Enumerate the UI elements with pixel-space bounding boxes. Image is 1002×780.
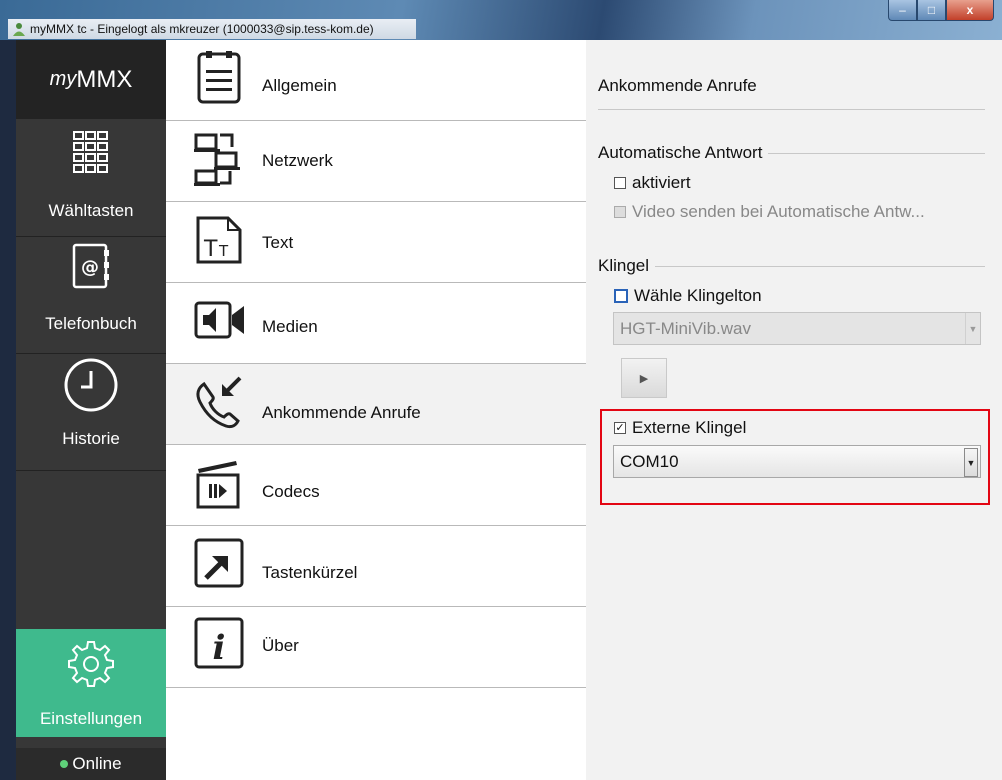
ring-group: Klingel [598,256,985,276]
list-item-tastenkuerzel[interactable]: Tastenkürzel [166,526,586,607]
dialpad-icon [73,131,108,173]
sidebar-item-historie[interactable]: Historie [16,354,166,470]
checkbox-box[interactable] [614,177,626,189]
list-item-label: Text [262,233,294,252]
app-logo: my MMX [16,40,166,119]
sidebar-item-telefonbuch[interactable]: @ Telefonbuch [16,237,166,353]
close-button[interactable]: x [946,0,994,21]
sidebar-item-label: Wähltasten [48,201,134,220]
checkbox-box[interactable] [614,206,626,218]
checkbox-box[interactable]: ✓ [614,422,626,434]
minimize-icon: – [899,3,906,17]
group-line [655,265,985,267]
chevron-down-icon: ▼ [965,313,980,344]
list-item-codecs[interactable]: Codecs [166,445,586,526]
group-heading: Klingel [598,256,650,275]
checkbox-label: Externe Klingel [632,418,747,437]
incoming-call-icon [196,376,242,429]
sidebar-item-label: Historie [62,429,120,448]
select-value: HGT-MiniVib.wav [620,318,751,338]
list-item-label: Codecs [262,482,320,501]
checkbox-box[interactable] [614,289,628,303]
window-title: myMMX tc - Eingelogt als mkreuzer (10000… [30,22,374,36]
list-item-allgemein[interactable]: Allgemein [166,40,586,121]
sidebar: my MMX Wähltasten @ Telefonbuch Historie… [16,40,166,780]
com-port-select[interactable]: COM10 ▼ [613,445,981,478]
list-item-label: Über [262,636,299,655]
status-badge[interactable]: Online [16,748,166,780]
group-heading: Automatische Antwort [598,143,763,162]
logo-main: MMX [76,65,133,93]
status-label: Online [72,754,122,773]
close-icon: x [966,3,974,17]
select-value: COM10 [620,451,679,471]
app-user-icon [13,23,25,36]
list-item-label: Allgemein [262,76,337,95]
svg-text:@: @ [81,257,99,278]
checkbox-label: Wähle Klingelton [634,286,762,305]
play-ringtone-button[interactable]: ▶ [621,358,667,398]
auto-answer-checkbox[interactable]: aktiviert [614,173,691,193]
sidebar-item-label: Einstellungen [39,709,143,728]
checkbox-label: aktiviert [632,173,691,192]
svg-text:T: T [203,237,218,262]
notepad-icon [197,51,241,104]
phonebook-icon: @ [72,243,109,289]
online-status-icon [60,760,69,768]
svg-text:T: T [218,242,229,260]
list-item-label: Tastenkürzel [262,563,358,582]
group-line [768,152,985,154]
ringtone-select[interactable]: HGT-MiniVib.wav ▼ [613,312,981,345]
list-item-text[interactable]: T T Text [166,202,586,283]
network-icon [194,133,240,186]
media-icon [194,301,244,339]
play-icon: ▶ [639,372,649,385]
minimize-button[interactable]: – [888,0,917,21]
sidebar-item-label: Telefonbuch [45,314,137,333]
list-item-label: Medien [262,317,318,336]
logo-prefix: my [49,68,77,90]
sidebar-item-waehltasten[interactable]: Wähltasten [16,120,166,237]
list-item-medien[interactable]: Medien [166,283,586,364]
video-auto-answer-checkbox[interactable]: Video senden bei Automatische Antw... [614,202,925,222]
page-title: Ankommende Anrufe [598,76,757,95]
gear-icon [68,641,114,687]
sidebar-divider [16,470,166,471]
clock-icon [64,358,118,412]
list-item-netzwerk[interactable]: Netzwerk [166,121,586,202]
app-window: myMMX tc - Eingelogt als mkreuzer (10000… [0,0,1002,780]
shortcut-icon [194,538,244,588]
auto-answer-group: Automatische Antwort [598,143,985,163]
list-item-ankommende-anrufe[interactable]: Ankommende Anrufe [166,364,586,445]
title-divider [598,109,985,110]
chevron-down-icon: ▼ [964,448,978,477]
checkbox-label: Video senden bei Automatische Antw... [632,202,925,221]
external-ring-checkbox[interactable]: ✓ Externe Klingel [614,418,746,438]
settings-detail-panel: Ankommende Anrufe Automatische Antwort a… [586,40,1002,780]
svg-text:i: i [213,628,226,668]
clapperboard-icon [196,461,240,509]
sidebar-item-einstellungen[interactable]: Einstellungen [16,629,166,737]
window-controls: – □ x [888,0,994,22]
settings-category-list: Allgemein Netzwerk T T Text Medien Ankom… [166,40,586,780]
title-bar[interactable]: myMMX tc - Eingelogt als mkreuzer (10000… [0,0,1002,40]
text-icon: T T [196,216,242,264]
maximize-icon: □ [927,3,936,17]
list-item-ueber[interactable]: i Über [166,607,586,688]
list-item-label: Ankommende Anrufe [262,403,421,422]
choose-ringtone-checkbox[interactable]: Wähle Klingelton [614,286,762,306]
list-item-label: Netzwerk [262,151,333,170]
info-icon: i [194,617,244,669]
app-body: my MMX Wähltasten @ Telefonbuch Historie… [16,40,1002,780]
maximize-button[interactable]: □ [917,0,946,21]
